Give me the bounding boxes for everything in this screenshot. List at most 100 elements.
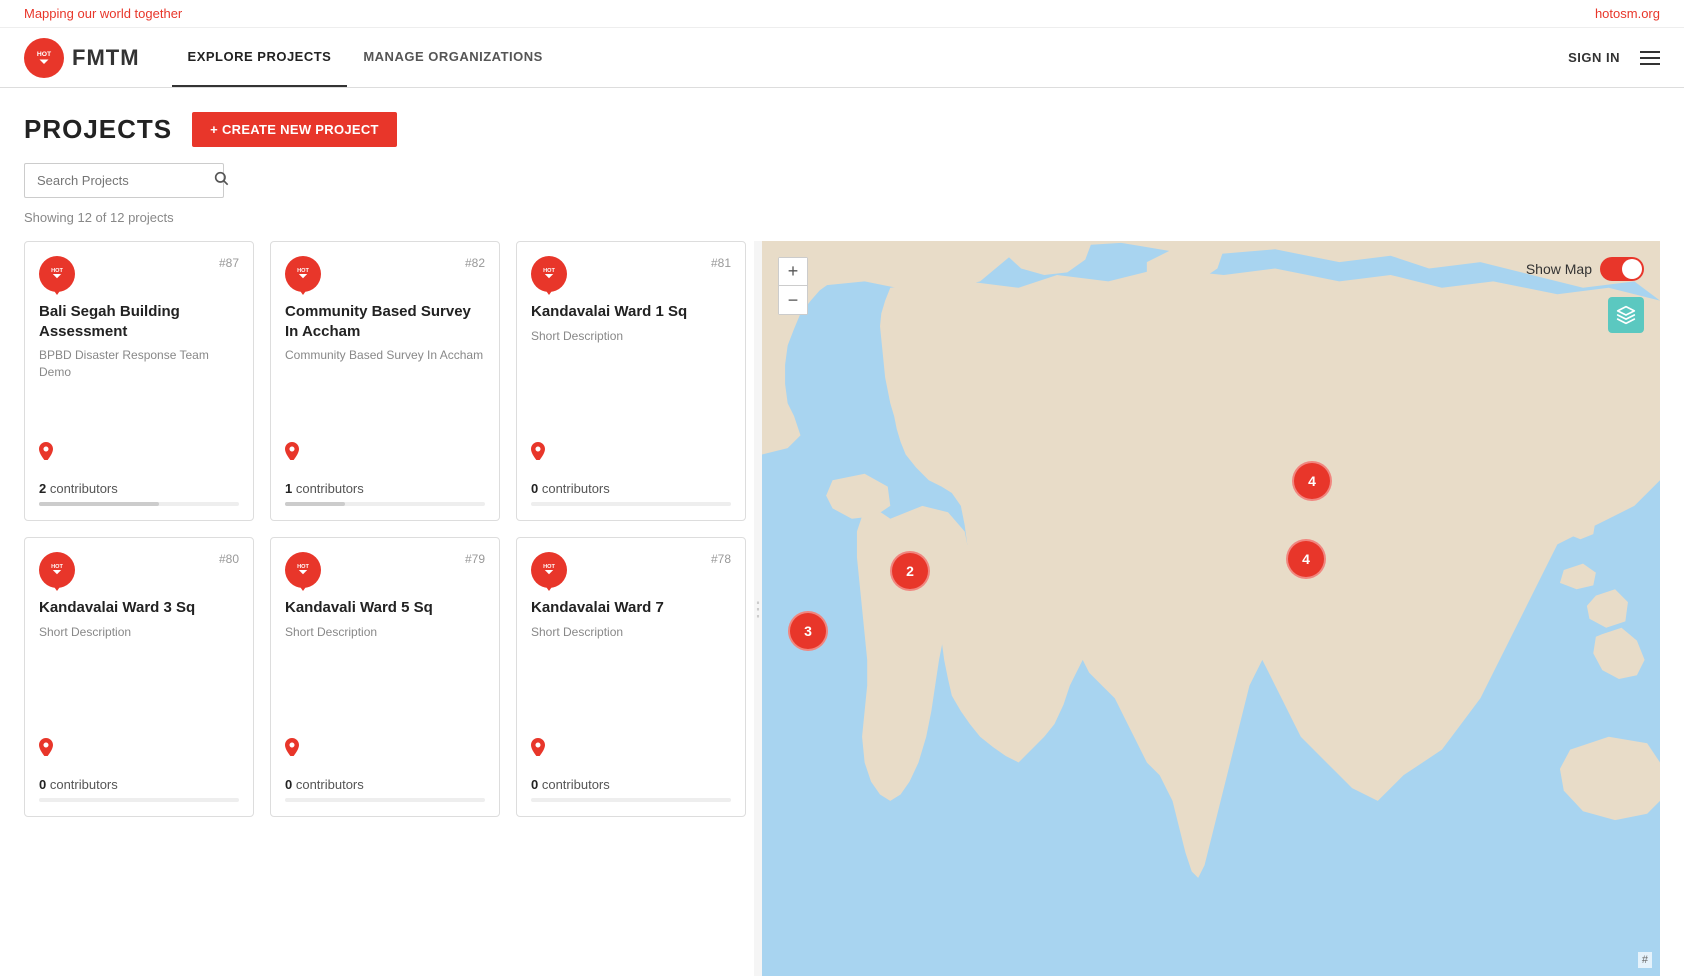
banner-right-text: hotosm.org	[1595, 6, 1660, 21]
show-map-toggle: Show Map	[1526, 257, 1644, 281]
project-card[interactable]: HOT #78 Kandavalai Ward 7 Short Descript…	[516, 537, 746, 817]
page-header: PROJECTS + CREATE NEW PROJECT	[24, 112, 1660, 147]
show-map-toggle-switch[interactable]	[1600, 257, 1644, 281]
contributors-text: 0 contributors	[531, 481, 731, 496]
search-icon-button[interactable]	[213, 170, 229, 191]
card-header: HOT #81	[531, 256, 731, 292]
hamburger-menu[interactable]	[1640, 51, 1660, 65]
panel-divider	[754, 241, 762, 976]
svg-text:HOT: HOT	[51, 268, 63, 274]
project-card[interactable]: HOT #87 Bali Segah Building Assessment B…	[24, 241, 254, 521]
layers-icon	[1616, 305, 1636, 325]
cluster-marker-4[interactable]: 3	[788, 611, 828, 651]
progress-bar	[39, 502, 239, 506]
hot-logo-small: HOT	[39, 256, 75, 292]
search-bar	[24, 163, 224, 198]
projects-grid: HOT #87 Bali Segah Building Assessment B…	[24, 241, 746, 817]
progress-bar	[39, 798, 239, 802]
hot-logo-small: HOT	[39, 552, 75, 588]
map-background-svg	[762, 241, 1660, 976]
svg-text:HOT: HOT	[543, 268, 555, 274]
nav-explore-projects[interactable]: EXPLORE PROJECTS	[172, 28, 348, 87]
panels: HOT #87 Bali Segah Building Assessment B…	[24, 241, 1660, 976]
card-footer: 0 contributors	[39, 769, 239, 802]
zoom-out-button[interactable]: −	[779, 286, 807, 314]
cluster-marker-3[interactable]: 2	[890, 551, 930, 591]
progress-bar	[285, 502, 485, 506]
map-zoom-controls: + −	[778, 257, 808, 315]
svg-text:HOT: HOT	[37, 50, 52, 57]
layer-icon-button[interactable]	[1608, 297, 1644, 333]
project-card[interactable]: HOT #82 Community Based Survey In Accham…	[270, 241, 500, 521]
hot-logo-icon: HOT	[24, 38, 64, 78]
card-footer: 2 contributors	[39, 473, 239, 506]
toggle-knob	[1622, 259, 1642, 279]
progress-bar	[531, 502, 731, 506]
cluster-marker-1[interactable]: 4	[1292, 461, 1332, 501]
card-id: #78	[711, 552, 731, 566]
nav-links: EXPLORE PROJECTS MANAGE ORGANIZATIONS	[172, 28, 1569, 87]
card-location-icon	[39, 738, 239, 761]
contributors-text: 2 contributors	[39, 481, 239, 496]
progress-bar	[531, 798, 731, 802]
svg-text:HOT: HOT	[51, 564, 63, 570]
svg-text:HOT: HOT	[297, 564, 309, 570]
card-header: HOT #82	[285, 256, 485, 292]
card-footer: 1 contributors	[285, 473, 485, 506]
svg-text:HOT: HOT	[297, 268, 309, 274]
card-id: #81	[711, 256, 731, 270]
zoom-in-button[interactable]: +	[779, 258, 807, 286]
map-container[interactable]: + − 4 4 2 3 #	[762, 241, 1660, 976]
showing-count-text: Showing 12 of 12 projects	[24, 210, 1660, 225]
project-card[interactable]: HOT #80 Kandavalai Ward 3 Sq Short Descr…	[24, 537, 254, 817]
contributors-text: 0 contributors	[39, 777, 239, 792]
hot-logo-small: HOT	[285, 256, 321, 292]
svg-text:HOT: HOT	[543, 564, 555, 570]
projects-panel: HOT #87 Bali Segah Building Assessment B…	[24, 241, 754, 976]
card-title: Kandavali Ward 5 Sq	[285, 598, 485, 618]
create-project-button[interactable]: + CREATE NEW PROJECT	[192, 112, 397, 147]
card-location-icon	[285, 738, 485, 761]
card-id: #80	[219, 552, 239, 566]
project-card[interactable]: HOT #81 Kandavalai Ward 1 Sq Short Descr…	[516, 241, 746, 521]
project-card[interactable]: HOT #79 Kandavali Ward 5 Sq Short Descri…	[270, 537, 500, 817]
nav-right: SIGN IN	[1568, 50, 1660, 65]
contributors-text: 0 contributors	[531, 777, 731, 792]
card-location-icon	[39, 442, 239, 465]
card-title: Kandavalai Ward 1 Sq	[531, 302, 731, 322]
card-location-icon	[531, 738, 731, 761]
page-title: PROJECTS	[24, 114, 172, 145]
card-title: Community Based Survey In Accham	[285, 302, 485, 341]
card-id: #87	[219, 256, 239, 270]
card-title: Kandavalai Ward 3 Sq	[39, 598, 239, 618]
logo-area: HOT FMTM	[24, 38, 140, 78]
main-content: PROJECTS + CREATE NEW PROJECT Showing 12…	[0, 88, 1684, 976]
map-panel: Show Map	[762, 241, 1660, 976]
card-header: HOT #80	[39, 552, 239, 588]
contributors-text: 1 contributors	[285, 481, 485, 496]
sign-in-button[interactable]: SIGN IN	[1568, 50, 1620, 65]
top-banner: Mapping our world together hotosm.org	[0, 0, 1684, 28]
card-header: HOT #79	[285, 552, 485, 588]
card-subtitle: Short Description	[531, 328, 731, 435]
card-title: Kandavalai Ward 7	[531, 598, 731, 618]
map-hash: #	[1638, 952, 1652, 968]
card-location-icon	[531, 442, 731, 465]
card-subtitle: Short Description	[531, 624, 731, 731]
card-subtitle: BPBD Disaster Response Team Demo	[39, 347, 239, 434]
card-footer: 0 contributors	[285, 769, 485, 802]
card-id: #79	[465, 552, 485, 566]
card-footer: 0 contributors	[531, 473, 731, 506]
card-subtitle: Short Description	[285, 624, 485, 731]
cluster-marker-2[interactable]: 4	[1286, 539, 1326, 579]
hot-logo-small: HOT	[531, 256, 567, 292]
card-header: HOT #78	[531, 552, 731, 588]
nav-manage-organizations[interactable]: MANAGE ORGANIZATIONS	[347, 28, 558, 87]
contributors-text: 0 contributors	[285, 777, 485, 792]
card-footer: 0 contributors	[531, 769, 731, 802]
card-header: HOT #87	[39, 256, 239, 292]
card-id: #82	[465, 256, 485, 270]
search-input[interactable]	[37, 173, 213, 188]
card-subtitle: Community Based Survey In Accham	[285, 347, 485, 434]
hot-logo-small: HOT	[531, 552, 567, 588]
